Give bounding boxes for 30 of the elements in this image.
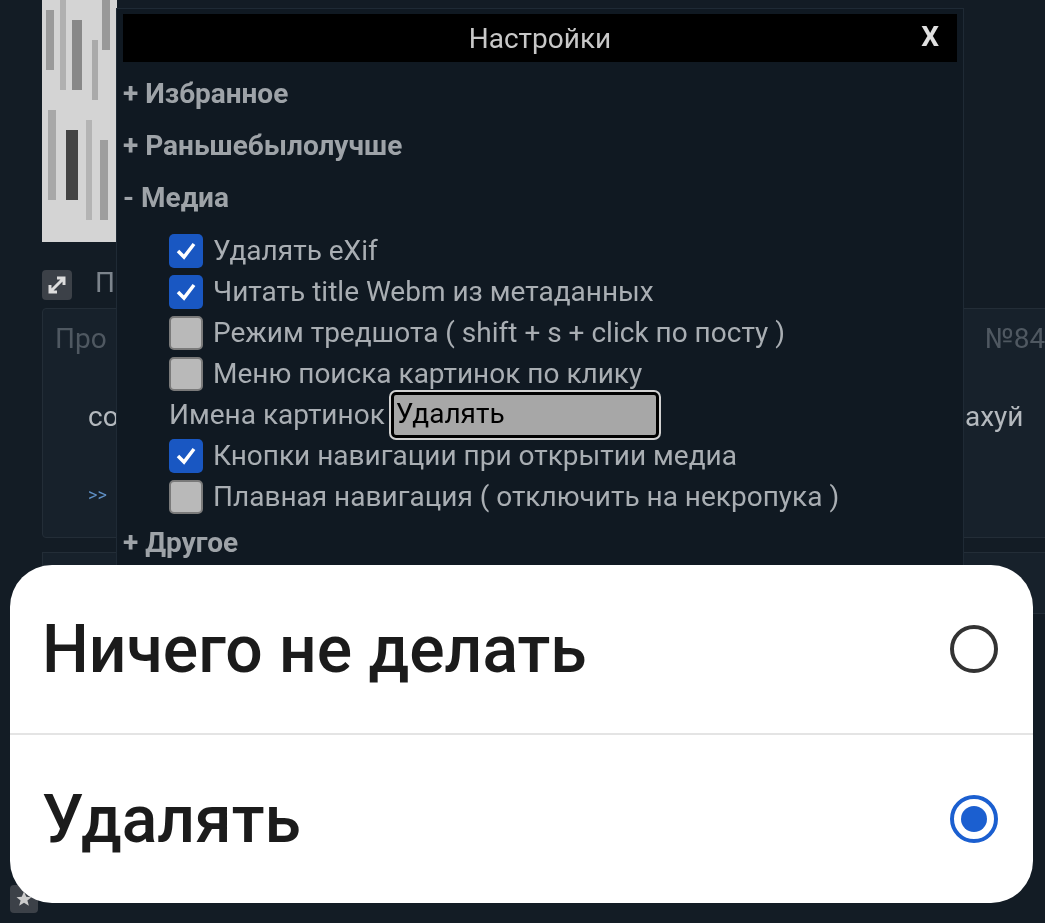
checkbox[interactable]: [169, 233, 203, 268]
checkbox[interactable]: [169, 315, 203, 350]
option-label: Плавная навигация ( отключить на некропука ): [213, 480, 840, 513]
checkbox[interactable]: [169, 356, 203, 391]
post-text: ахуй: [965, 400, 1024, 433]
select-field[interactable]: Удалять: [390, 391, 659, 438]
section-header[interactable]: + Раньшебылолучше: [123, 126, 403, 178]
option-label: Кнопки навигации при открытии медиа: [213, 439, 737, 472]
option-label: Имена картинок: [169, 398, 385, 431]
checkbox[interactable]: [169, 438, 203, 473]
radio-button[interactable]: [949, 794, 999, 844]
option-label: Режим тредшота ( shift + s + click по посту ): [213, 316, 785, 349]
panel-title: Настройки: [468, 21, 612, 55]
option-item[interactable]: Удалять: [10, 735, 1033, 903]
option-label: Читать title Webm из метаданных: [213, 275, 654, 308]
post-title: П: [95, 266, 115, 299]
star-icon: [15, 890, 33, 908]
option-item[interactable]: Ничего не делать: [10, 565, 1033, 733]
option-label: Меню поиска картинок по клику: [213, 357, 643, 390]
section-header[interactable]: - Медиа: [123, 178, 229, 230]
post-header: Про: [55, 322, 107, 355]
reply-link[interactable]: >>: [88, 484, 107, 505]
checkbox[interactable]: [169, 479, 203, 514]
option-label: Удалять eXif: [213, 234, 378, 267]
checkbox[interactable]: [169, 274, 203, 309]
section-header[interactable]: + Избранное: [123, 74, 289, 126]
post-number: №84: [985, 322, 1045, 355]
radio-button[interactable]: [949, 624, 999, 674]
expand-icon[interactable]: [42, 270, 72, 300]
close-button[interactable]: X: [917, 20, 943, 53]
